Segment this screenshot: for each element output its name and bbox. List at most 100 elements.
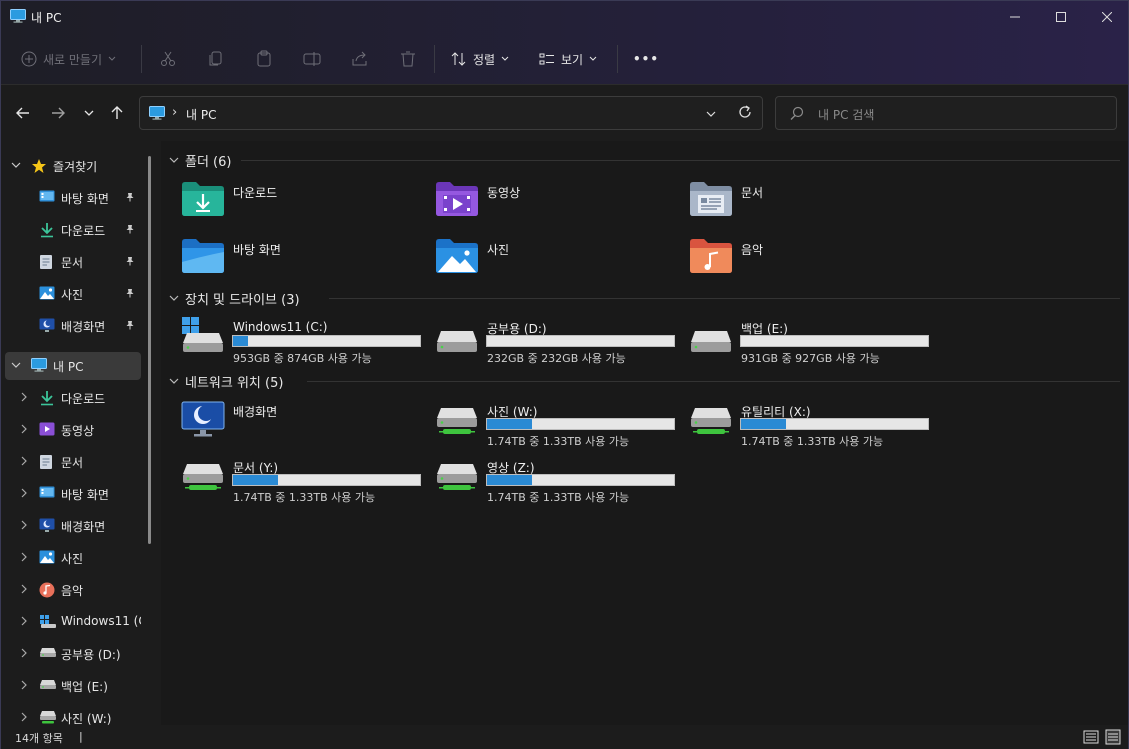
- sidebar-pc-item[interactable]: 동영상: [5, 416, 141, 444]
- sidebar-pc-item[interactable]: Windows11 (C: [5, 608, 141, 636]
- sidebar-pc-item[interactable]: 공부용 (D:): [5, 640, 141, 668]
- sidebar-item-label: 배경화면: [61, 520, 106, 534]
- music-folder-icon: [689, 238, 733, 277]
- address-bar[interactable]: › 내 PC: [139, 96, 763, 130]
- document-folder-icon: [689, 181, 733, 220]
- breadcrumb-this-pc[interactable]: 내 PC: [186, 106, 216, 123]
- this-pc-icon: [10, 9, 26, 26]
- wallpaper-icon: [39, 518, 55, 537]
- free-space-text: 232GB 중 232GB 사용 가능: [487, 352, 626, 365]
- details-view-button[interactable]: [1083, 729, 1099, 745]
- pictures-icon: [39, 286, 55, 303]
- drive-tile[interactable]: 문서 (Y:) 1.74TB 중 1.33TB 사용 가능: [181, 456, 431, 506]
- sidebar-pinned-item[interactable]: 배경화면: [5, 312, 141, 340]
- group-divider: [329, 298, 1120, 299]
- rename-icon: [303, 52, 321, 66]
- folder-tile[interactable]: 동영상: [435, 181, 685, 231]
- wallpaper-icon: [39, 318, 55, 337]
- minimize-button[interactable]: [992, 1, 1038, 33]
- sidebar-pinned-item[interactable]: 바탕 화면: [5, 184, 141, 212]
- breadcrumb-separator: ›: [172, 105, 178, 120]
- folder-tile[interactable]: 사진: [435, 238, 685, 288]
- pin-button[interactable]: [125, 223, 135, 237]
- capacity-fill: [487, 475, 532, 485]
- sidebar-item-label: 즐겨찾기: [53, 160, 98, 174]
- sidebar-pc-item[interactable]: 사진 (W:): [5, 704, 141, 725]
- copy-button[interactable]: [207, 45, 225, 73]
- tiles-view-button[interactable]: [1105, 729, 1121, 745]
- arrow-up-icon: [111, 106, 123, 119]
- sidebar-item-label: 문서: [61, 456, 84, 470]
- group-header-drives[interactable]: 장치 및 드라이브 (3): [169, 288, 300, 308]
- drive-tile[interactable]: 사진 (W:) 1.74TB 중 1.33TB 사용 가능: [435, 400, 685, 450]
- sidebar-pc-item[interactable]: 배경화면: [5, 512, 141, 540]
- sidebar-pc-item[interactable]: 사진: [5, 544, 141, 572]
- sidebar-scrollbar[interactable]: [148, 156, 151, 544]
- windows-drive-icon: [181, 317, 225, 356]
- sidebar-item-label: 내 PC: [53, 360, 84, 374]
- drive-tile[interactable]: 영상 (Z:) 1.74TB 중 1.33TB 사용 가능: [435, 456, 685, 506]
- view-button[interactable]: 보기: [539, 45, 597, 73]
- chevron-down-icon: [11, 162, 21, 168]
- folder-tile[interactable]: 배경화면: [181, 400, 431, 450]
- recent-locations-button[interactable]: [77, 101, 101, 125]
- sidebar-pc-item[interactable]: 다운로드: [5, 384, 141, 412]
- navigation-pane: 즐겨찾기 바탕 화면 다운로드 문서 사진 배경화면 내 PC 다운로드 동영상 문서 바탕 …: [1, 141, 155, 725]
- paste-button[interactable]: [255, 45, 273, 73]
- chevron-right-icon: [21, 648, 27, 658]
- share-button[interactable]: [351, 45, 369, 73]
- tiles-view-icon: [1105, 729, 1121, 745]
- drive-tile[interactable]: Windows11 (C:) 953GB 중 874GB 사용 가능: [181, 317, 431, 367]
- sort-icon: [451, 52, 466, 66]
- toolbar-separator: [434, 45, 435, 73]
- status-bar: 14개 항목 |: [1, 725, 1128, 749]
- sidebar-pc-item[interactable]: 바탕 화면: [5, 480, 141, 508]
- free-space-text: 1.74TB 중 1.33TB 사용 가능: [741, 435, 884, 448]
- drive-tile[interactable]: 공부용 (D:) 232GB 중 232GB 사용 가능: [435, 317, 685, 367]
- sidebar-item-this-pc[interactable]: 내 PC: [5, 352, 141, 380]
- sidebar-pinned-item[interactable]: 사진: [5, 280, 141, 308]
- sidebar-pinned-item[interactable]: 다운로드: [5, 216, 141, 244]
- address-dropdown-button[interactable]: [706, 106, 716, 120]
- folder-tile[interactable]: 바탕 화면: [181, 238, 431, 288]
- group-header-folders[interactable]: 폴더 (6): [169, 150, 231, 170]
- drive-tile[interactable]: 백업 (E:) 931GB 중 927GB 사용 가능: [689, 317, 939, 367]
- search-box[interactable]: 내 PC 검색: [775, 96, 1117, 130]
- folder-tile[interactable]: 음악: [689, 238, 939, 288]
- back-button[interactable]: [11, 101, 35, 125]
- sidebar-pc-item[interactable]: 음악: [5, 576, 141, 604]
- maximize-button[interactable]: [1038, 1, 1084, 33]
- drive-tile[interactable]: 유틸리티 (X:) 1.74TB 중 1.33TB 사용 가능: [689, 400, 939, 450]
- sidebar-pc-item[interactable]: 백업 (E:): [5, 672, 141, 700]
- close-button[interactable]: [1084, 1, 1129, 33]
- pin-button[interactable]: [125, 287, 135, 301]
- up-button[interactable]: [105, 101, 129, 125]
- pin-button[interactable]: [125, 191, 135, 205]
- chevron-right-icon: [21, 616, 27, 626]
- folder-tile[interactable]: 문서: [689, 181, 939, 231]
- rename-button[interactable]: [303, 45, 321, 73]
- sidebar-item-label: 음악: [61, 584, 84, 598]
- sidebar-item-quick-access[interactable]: 즐겨찾기: [5, 152, 141, 180]
- delete-button[interactable]: [399, 45, 417, 73]
- new-button[interactable]: 새로 만들기: [21, 45, 116, 73]
- capacity-bar: [486, 474, 675, 486]
- chevron-right-icon: [21, 424, 27, 434]
- trash-icon: [401, 51, 415, 67]
- title-bar[interactable]: 내 PC: [1, 1, 1128, 33]
- sidebar-pinned-item[interactable]: 문서: [5, 248, 141, 276]
- forward-button[interactable]: [46, 101, 70, 125]
- folder-tile[interactable]: 다운로드: [181, 181, 431, 231]
- more-options-button[interactable]: •••: [633, 45, 659, 73]
- pin-button[interactable]: [125, 255, 135, 269]
- tile-name: 문서: [741, 186, 764, 200]
- cut-button[interactable]: [159, 45, 177, 73]
- pin-button[interactable]: [125, 319, 135, 333]
- desktop-icon: [39, 190, 55, 207]
- sidebar-pc-item[interactable]: 문서: [5, 448, 141, 476]
- chevron-down-icon: [501, 56, 509, 61]
- refresh-button[interactable]: [738, 105, 752, 122]
- group-header-network[interactable]: 네트워크 위치 (5): [169, 371, 283, 391]
- pin-icon: [126, 193, 134, 202]
- sort-button[interactable]: 정렬: [451, 45, 509, 73]
